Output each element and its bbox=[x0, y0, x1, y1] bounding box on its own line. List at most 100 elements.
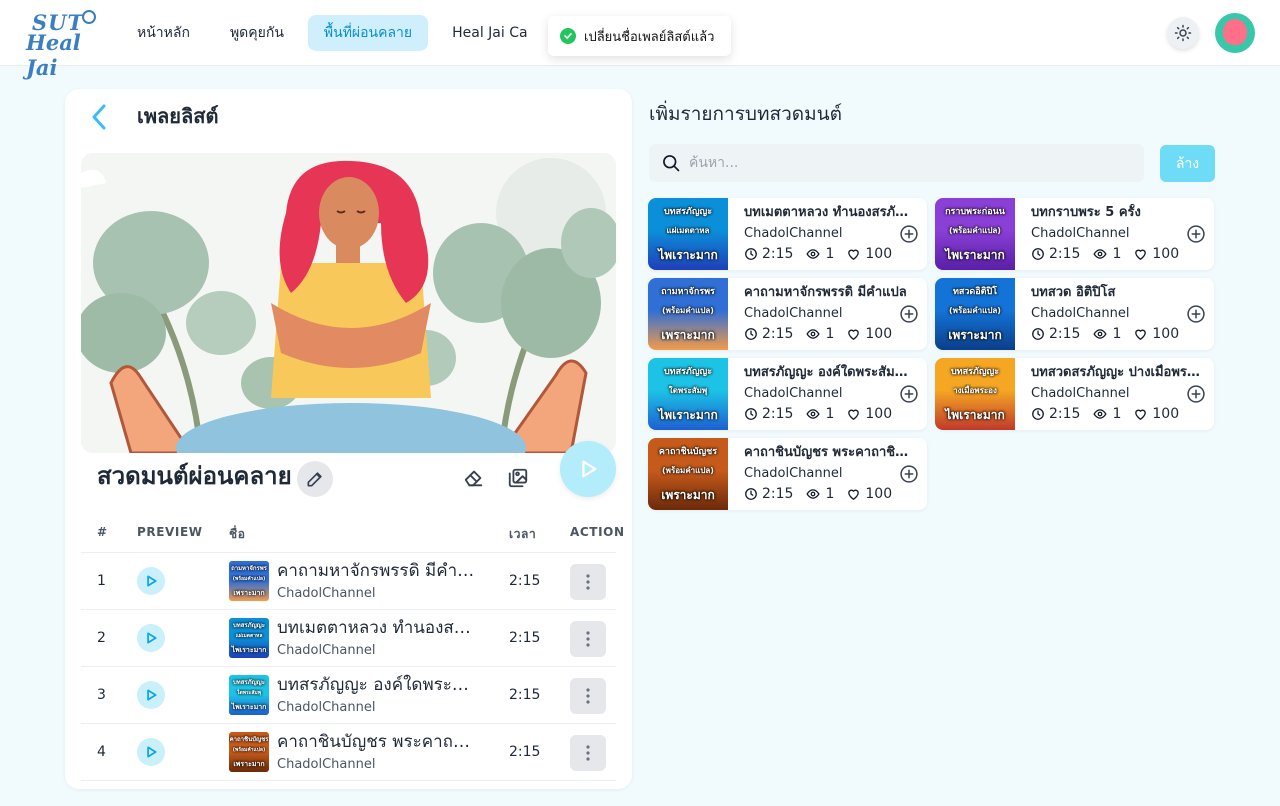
pencil-icon bbox=[307, 472, 322, 487]
col-name: ชื่อ bbox=[229, 527, 246, 541]
thumb-text-mid: ใดพระสัมพุ bbox=[237, 690, 261, 696]
clock-icon bbox=[1032, 248, 1044, 260]
playlist-cover-image bbox=[81, 153, 616, 453]
thumb-text-bottom: ไพเราะมาก bbox=[658, 408, 718, 422]
search-icon bbox=[663, 155, 680, 172]
nav-home[interactable]: หน้าหลัก bbox=[121, 15, 206, 51]
thumb-text-bottom: ไพเราะมาก bbox=[231, 703, 267, 711]
add-to-playlist-button[interactable] bbox=[899, 224, 919, 244]
add-songs-title: เพิ่มรายการบทสวดมนต์ bbox=[649, 103, 842, 125]
song-card[interactable]: บทสรภัญญะ างเมื่อพระอง ไพเราะมาก บทสวดสรภัญ… bbox=[935, 358, 1214, 430]
song-views: 1 bbox=[825, 326, 835, 342]
row-more-button[interactable] bbox=[570, 678, 606, 714]
thumb-text-mid: (พร้อมคำแปล) bbox=[949, 306, 1001, 315]
table-row[interactable]: 1 ถามหาจักรพร (พร้อมคำแปล) เพราะมาก คาถามหาจ… bbox=[81, 553, 616, 610]
preview-play-button[interactable] bbox=[137, 681, 165, 709]
song-thumbnail: ถามหาจักรพร (พร้อมคำแปล) เพราะมาก bbox=[648, 278, 728, 350]
user-avatar[interactable] bbox=[1215, 13, 1255, 53]
table-row[interactable]: 2 บทสรภัญญะ แผ่เมตตาหล ไพเราะมาก บทเมตตาหลวง… bbox=[81, 610, 616, 667]
song-views: 1 bbox=[1112, 246, 1122, 262]
eraser-icon bbox=[464, 470, 483, 487]
plus-circle-icon bbox=[900, 385, 918, 403]
change-cover-button[interactable] bbox=[507, 467, 529, 489]
song-duration: 2:15 bbox=[509, 744, 541, 760]
toast-message: เปลี่ยนชื่อเพลย์ลิสต์แล้ว bbox=[584, 29, 715, 45]
nav-chat[interactable]: พูดคุยกัน bbox=[214, 15, 300, 51]
song-channel: ChadolChannel bbox=[744, 386, 843, 401]
song-title: บทเมตตาหลวง ทำนองสรภัญญะ bbox=[744, 205, 916, 220]
rename-playlist-button[interactable] bbox=[297, 461, 333, 497]
nav-relax-space[interactable]: พื้นที่ผ่อนคลาย bbox=[307, 15, 429, 51]
song-thumbnail: ทสวดอิติปิโ (พร้อมคำแปล) เพราะมาก bbox=[935, 278, 1015, 350]
preview-play-button[interactable] bbox=[137, 567, 165, 595]
table-row[interactable]: 3 บทสรภัญญะ ใดพระสัมพุ ไพเราะมาก บทสรภัญญะ อ… bbox=[81, 667, 616, 724]
col-num: # bbox=[97, 525, 108, 539]
song-channel: ChadolChannel bbox=[744, 466, 843, 481]
playlist-header: เพลยลิสต์ bbox=[137, 104, 219, 128]
row-more-button[interactable] bbox=[570, 735, 606, 771]
row-more-button[interactable] bbox=[570, 564, 606, 600]
play-icon bbox=[582, 460, 597, 478]
nav-healjai-care[interactable]: Heal Jai Ca bbox=[436, 15, 543, 51]
add-to-playlist-button[interactable] bbox=[1186, 304, 1206, 324]
eye-icon bbox=[1093, 329, 1108, 339]
theme-toggle-button[interactable] bbox=[1167, 17, 1199, 49]
add-to-playlist-button[interactable] bbox=[899, 304, 919, 324]
preview-play-button[interactable] bbox=[137, 624, 165, 652]
clock-icon bbox=[1032, 328, 1044, 340]
search-input[interactable] bbox=[689, 144, 1129, 182]
plus-circle-icon bbox=[1187, 385, 1205, 403]
sun-icon bbox=[1174, 24, 1192, 42]
song-duration: 2:15 bbox=[762, 246, 794, 262]
row-more-button[interactable] bbox=[570, 621, 606, 657]
song-duration: 2:15 bbox=[509, 687, 541, 703]
song-channel: ChadolChannel bbox=[277, 757, 376, 772]
thumb-text-mid: (พร้อมคำแปล) bbox=[232, 747, 266, 753]
thumb-text-top: บทสรภัญญะ bbox=[663, 207, 713, 217]
add-to-playlist-button[interactable] bbox=[899, 464, 919, 484]
table-header: # PREVIEW ชื่อ เวลา ACTION bbox=[81, 517, 624, 553]
thumb-text-mid: แผ่เมตตาหล bbox=[235, 633, 263, 639]
song-meta: 2:15 1 100 bbox=[744, 405, 892, 423]
song-card[interactable]: บทสรภัญญะ แผ่เมตตาหล ไพเราะมาก บทเมตตาหลวง … bbox=[648, 198, 927, 270]
preview-play-button[interactable] bbox=[137, 738, 165, 766]
row-number: 4 bbox=[97, 744, 106, 760]
add-to-playlist-button[interactable] bbox=[899, 384, 919, 404]
row-number: 2 bbox=[97, 630, 106, 646]
song-card[interactable]: กราบพระก่อนน (พร้อมคำแปล) ไพเราะมาก บทกราบพ… bbox=[935, 198, 1214, 270]
table-row[interactable]: 4 คาถาชินบัญชร (พร้อมคำแปล) เพราะมาก คาถาชิน… bbox=[81, 724, 616, 781]
thumb-text-top: บทสรภัญญะ bbox=[663, 367, 713, 377]
app-logo[interactable]: SUT Heal Jai bbox=[24, 8, 100, 80]
song-likes: 100 bbox=[865, 406, 893, 422]
thumb-text-bottom: เพราะมาก bbox=[948, 328, 1002, 342]
more-vertical-icon bbox=[586, 745, 590, 761]
song-thumbnail: ถามหาจักรพร (พร้อมคำแปล) เพราะมาก bbox=[229, 561, 269, 601]
eye-icon bbox=[1093, 409, 1108, 419]
song-card[interactable]: บทสรภัญญะ ใดพระสัมพุ ไพเราะมาก บทสรภัญญะ อง… bbox=[648, 358, 927, 430]
plus-circle-icon bbox=[900, 305, 918, 323]
add-to-playlist-button[interactable] bbox=[1186, 384, 1206, 404]
clear-search-button[interactable]: ล้าง bbox=[1160, 145, 1215, 182]
plus-circle-icon bbox=[900, 225, 918, 243]
back-button[interactable] bbox=[89, 103, 113, 131]
song-title: คาถามหาจักรพรรดิ มีคำแปล bbox=[744, 285, 907, 300]
song-title: บทสวด อิติปิโส bbox=[1031, 285, 1116, 300]
song-meta: 2:15 1 100 bbox=[744, 325, 892, 343]
play-playlist-button[interactable] bbox=[560, 441, 616, 497]
image-gallery-icon bbox=[508, 468, 528, 488]
song-card[interactable]: ถามหาจักรพร (พร้อมคำแปล) เพราะมาก คาถามหาจั… bbox=[648, 278, 927, 350]
toast-notification: เปลี่ยนชื่อเพลย์ลิสต์แล้ว bbox=[548, 16, 731, 56]
song-likes: 100 bbox=[1152, 246, 1180, 262]
song-card[interactable]: คาถาชินบัญชร (พร้อมคำแปล) เพราะมาก คาถาชินบ… bbox=[648, 438, 927, 510]
thumb-text-top: กราบพระก่อนน bbox=[945, 207, 1005, 217]
add-to-playlist-button[interactable] bbox=[1186, 224, 1206, 244]
playlist-name: สวดมนต์ผ่อนคลาย bbox=[97, 462, 292, 490]
song-views: 1 bbox=[1112, 326, 1122, 342]
thumb-text-top: ทสวดอิติปิโ bbox=[952, 287, 998, 297]
song-channel: ChadolChannel bbox=[1031, 226, 1130, 241]
song-card[interactable]: ทสวดอิติปิโ (พร้อมคำแปล) เพราะมาก บทสวด อิต… bbox=[935, 278, 1214, 350]
thumb-text-top: ถามหาจักรพร bbox=[231, 565, 267, 572]
clock-icon bbox=[745, 408, 757, 420]
clear-playlist-button[interactable] bbox=[463, 467, 485, 489]
song-channel: ChadolChannel bbox=[744, 226, 843, 241]
